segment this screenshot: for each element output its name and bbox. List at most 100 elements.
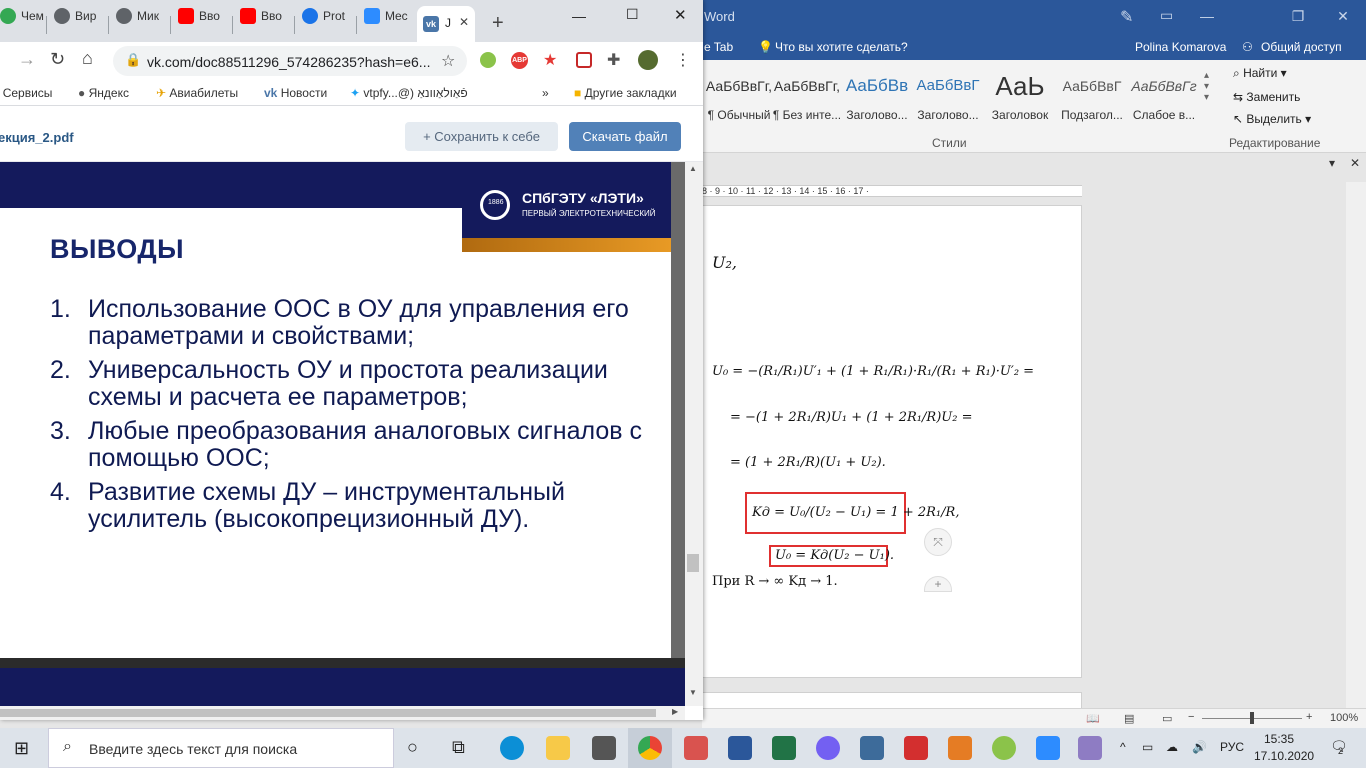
menu-icon[interactable]: ⋮ xyxy=(675,50,691,70)
print-layout-icon[interactable]: ▤ xyxy=(1124,712,1134,725)
matlab-icon[interactable] xyxy=(948,736,972,760)
cortana-icon[interactable]: ○ xyxy=(407,737,418,758)
person-icon: ⚇ xyxy=(1242,40,1253,54)
input-language[interactable]: РУС xyxy=(1220,740,1244,754)
style-normal[interactable]: АаБбВвГг, ¶ Обычный xyxy=(704,64,774,134)
tab-4[interactable]: Вво xyxy=(172,8,230,42)
select-button[interactable]: ↖ Выделить ▾ xyxy=(1233,112,1311,126)
replace-button[interactable]: ⇆ Заменить xyxy=(1233,90,1300,104)
chrome-maximize-button[interactable]: ☐ xyxy=(626,6,639,23)
paint-icon[interactable] xyxy=(1078,736,1102,760)
bookmark-news[interactable]: vk Новости xyxy=(264,86,327,100)
chrome-icon[interactable] xyxy=(638,736,662,760)
excel-icon[interactable] xyxy=(772,736,796,760)
edge-icon[interactable] xyxy=(500,736,524,760)
pen-icon[interactable]: ✎ xyxy=(1120,7,1133,27)
layout-options-icon[interactable]: ⤧ xyxy=(924,528,952,556)
close-button[interactable]: ✕ xyxy=(1320,0,1366,34)
zoom-in-icon[interactable]: + xyxy=(1306,711,1312,723)
extension-box-icon[interactable] xyxy=(576,52,592,68)
task-view-icon[interactable]: ⧉ xyxy=(452,737,465,758)
tray-cloud-icon[interactable]: ☁ xyxy=(1166,740,1178,754)
tab-active-vk[interactable]: vk J ✕ xyxy=(417,6,475,42)
tray-volume-icon[interactable]: 🔊 xyxy=(1192,740,1207,754)
forward-icon[interactable]: → xyxy=(18,49,36,70)
word-icon[interactable] xyxy=(728,736,752,760)
tab-3[interactable]: Мик xyxy=(110,8,168,42)
restore-button[interactable]: ❐ xyxy=(1275,0,1321,34)
tray-network-icon[interactable]: ▭ xyxy=(1142,740,1153,754)
app-12-icon[interactable] xyxy=(992,736,1016,760)
adblock-icon[interactable]: ABP xyxy=(511,52,528,69)
home-icon[interactable]: ⌂ xyxy=(82,48,93,69)
address-bar[interactable]: 🔒 vk.com/doc88511296_574286235?hash=e6..… xyxy=(113,46,467,76)
puzzle-icon[interactable]: ✚ xyxy=(607,50,620,70)
zoom-icon[interactable] xyxy=(1036,736,1060,760)
chrome-minimize-button[interactable]: — xyxy=(572,8,586,24)
bookmark-avia[interactable]: ✈ Авиабилеты xyxy=(156,86,238,100)
avatar[interactable] xyxy=(638,50,658,70)
style-no-spacing[interactable]: АаБбВвГг, ¶ Без инте... xyxy=(772,64,842,134)
tray-expand-icon[interactable]: ^ xyxy=(1120,740,1126,754)
find-button[interactable]: ⌕ Найти ▾ xyxy=(1233,66,1287,81)
tab-7[interactable]: Mec xyxy=(358,8,416,42)
taskbar-search[interactable]: ⌕ Введите здесь текст для поиска xyxy=(48,728,394,768)
zoom-out-icon[interactable]: − xyxy=(1188,711,1194,723)
more-bookmarks-icon[interactable]: » xyxy=(542,86,549,100)
viber-icon[interactable] xyxy=(816,736,840,760)
new-tab-button[interactable]: + xyxy=(492,12,504,35)
reload-icon[interactable]: ↻ xyxy=(50,49,65,70)
web-layout-icon[interactable]: ▭ xyxy=(1162,712,1172,725)
tab-6[interactable]: Prot xyxy=(296,8,354,42)
zoom-level[interactable]: 100% xyxy=(1330,712,1358,724)
bookmark-other[interactable]: ■ Другие закладки xyxy=(574,86,677,100)
user-name[interactable]: Polina Komarova xyxy=(1135,40,1226,54)
close-pane-icon[interactable]: ✕ xyxy=(1350,156,1360,170)
style-heading1[interactable]: АаБбВв Заголово... xyxy=(842,64,912,134)
minimize-button[interactable]: — xyxy=(1184,0,1230,34)
save-to-self-button[interactable]: + Сохранить к себе xyxy=(405,122,558,151)
store-icon[interactable] xyxy=(592,736,616,760)
pdf-horizontal-scrollbar[interactable]: ▶ xyxy=(0,706,685,720)
url-text[interactable]: vk.com/doc88511296_574286235?hash=e6... xyxy=(147,54,430,70)
word-status-bar: 📖 ▤ ▭ − + 100% xyxy=(702,708,1366,728)
style-heading2[interactable]: АаБбВвГ Заголово... xyxy=(913,64,983,134)
clock-date[interactable]: 17.10.2020 xyxy=(1254,749,1314,763)
star-icon[interactable]: ☆ xyxy=(441,51,455,71)
scroll-right-icon: ▶ xyxy=(672,707,679,716)
download-file-button[interactable]: Скачать файл xyxy=(569,122,681,151)
zoom-thumb[interactable] xyxy=(1250,712,1254,724)
style-subtitle[interactable]: АаБбВвГ Подзагол... xyxy=(1057,64,1127,134)
read-mode-icon[interactable]: 📖 xyxy=(1086,712,1100,725)
windows-start-icon[interactable]: ⊞ xyxy=(14,738,29,759)
close-tab-icon[interactable]: ✕ xyxy=(459,15,469,29)
share-button[interactable]: Общий доступ xyxy=(1261,40,1342,54)
extension-icon[interactable] xyxy=(480,52,496,68)
style-subtle-emphasis[interactable]: АаБбВвГг Слабое в... xyxy=(1129,64,1199,134)
tell-me-search[interactable]: Что вы хотите сделать? xyxy=(775,40,908,54)
styles-scroll-icon[interactable]: ▴ ▾ ▾ xyxy=(1204,70,1209,103)
clock-time[interactable]: 15:35 xyxy=(1264,732,1294,746)
plus-icon: + xyxy=(423,129,435,144)
slide: 1886 СПбГЭТУ «ЛЭТИ» ПЕРВЫЙ ЭЛЕКТРОТЕХНИЧ… xyxy=(0,162,671,706)
tab-2[interactable]: Вир xyxy=(48,8,106,42)
extension-star-icon[interactable]: ★ xyxy=(543,50,557,70)
tab-1[interactable]: Чем xyxy=(0,8,52,42)
explorer-icon[interactable] xyxy=(546,736,570,760)
tab-partial[interactable]: e Tab xyxy=(704,40,733,54)
solidworks-icon[interactable] xyxy=(904,736,928,760)
pdf-vertical-scrollbar[interactable]: ▲ ▼ xyxy=(685,162,703,706)
protocol-icon xyxy=(302,8,318,24)
collapse-ribbon-icon[interactable]: ▾ xyxy=(1329,156,1335,170)
bookmark-services[interactable]: ⁞ Сервисы xyxy=(0,86,53,100)
app-icon[interactable] xyxy=(684,736,708,760)
chrome-close-button[interactable]: ✕ xyxy=(674,6,687,24)
ribbon-display-icon[interactable]: ▭ xyxy=(1160,7,1173,24)
style-title[interactable]: АаЬ Заголовок xyxy=(985,64,1055,134)
word-vertical-scrollbar[interactable] xyxy=(1346,182,1366,708)
tab-5[interactable]: Вво xyxy=(234,8,292,42)
app-settings-icon[interactable] xyxy=(860,736,884,760)
bookmark-yandex[interactable]: ● Яндекс xyxy=(78,86,129,100)
file-name: екция_2.pdf xyxy=(0,130,74,145)
bookmark-twitter[interactable]: ✦ vtpfy...@) פֿאַולאַוונאַ xyxy=(350,86,468,100)
